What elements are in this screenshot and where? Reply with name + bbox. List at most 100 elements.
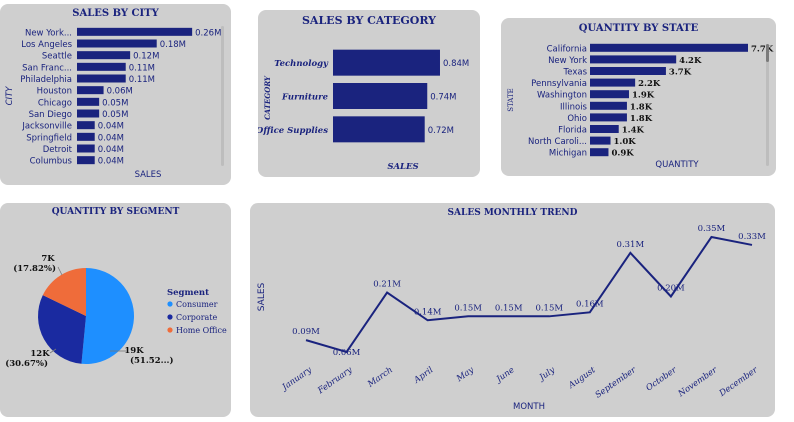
data-label: 0.04M	[98, 122, 124, 132]
tick-label: April	[412, 365, 436, 386]
tick-label: New York...	[25, 28, 72, 38]
tick-label: Pennsylvania	[531, 79, 587, 89]
tick-label: Philadelphia	[20, 75, 72, 85]
tick-label: August	[566, 365, 598, 391]
tick-label: North Caroli...	[528, 137, 587, 147]
tick-label: Michigan	[549, 149, 587, 159]
quantity-by-state-chart: California 7.7K New York 4.2K Texas 3.7K Penns…	[507, 43, 774, 170]
sales-by-category-panel: SALES BY CATEGORY Technology 0.84M Furnitu…	[258, 10, 480, 177]
bar	[77, 144, 95, 153]
data-label: 7.7K	[751, 44, 774, 54]
sales-monthly-trend-chart: 0.09M 0.06M 0.21M 0.14M 0.15M 0.15M 0.15M 0.16M…	[257, 224, 766, 412]
tick-label: January	[279, 365, 314, 394]
tick-label: September	[594, 365, 639, 401]
tick-label: March	[365, 365, 395, 390]
tick-label: Furniture	[281, 93, 329, 103]
bar	[333, 49, 440, 76]
quantity-by-segment-chart: 19K(51.52...) 12K(30.67%) 7K(17.82%) Segmen…	[5, 254, 227, 369]
data-label-value: 19K	[124, 346, 144, 356]
data-label: 0.33M	[738, 232, 766, 242]
tick-label: June	[493, 365, 516, 385]
data-label: 0.04M	[98, 157, 124, 167]
data-label: 0.12M	[133, 52, 159, 62]
quantity-by-state-panel: QUANTITY BY STATE California 7.7K New York…	[501, 18, 776, 176]
data-label: 0.11M	[129, 63, 155, 73]
legend-marker	[167, 301, 173, 307]
bar	[590, 67, 666, 75]
data-label: 0.20M	[657, 283, 685, 293]
data-label-value: 7K	[41, 254, 55, 264]
tick-label: February	[315, 365, 354, 396]
sales-monthly-trend-panel: SALES MONTHLY TREND 0.09M 0.06M 0.21M 0.14M…	[250, 203, 775, 417]
bar	[77, 62, 126, 71]
tick-label: Chicago	[38, 98, 72, 108]
quantity-by-segment-panel: QUANTITY BY SEGMENT 19K (51.52...) 12K (30.…	[0, 203, 231, 417]
tick-label: Detroit	[43, 145, 73, 155]
bar	[77, 109, 100, 118]
x-axis-label: MONTH	[513, 402, 545, 412]
data-label: 0.72M	[428, 126, 454, 136]
legend-item: Home Office	[176, 326, 227, 335]
legend-item: Consumer	[176, 300, 218, 309]
data-label: 0.15M	[495, 303, 523, 313]
data-label: 0.15M	[535, 303, 563, 313]
tick-label: Columbus	[30, 157, 73, 167]
bar	[77, 74, 126, 83]
data-label: 0.35M	[698, 224, 726, 234]
legend-marker	[167, 314, 173, 320]
data-label: 3.7K	[669, 68, 692, 78]
data-label: 0.11M	[129, 75, 155, 85]
data-label: 0.9K	[611, 149, 634, 159]
bar	[590, 136, 611, 145]
bar	[590, 55, 677, 64]
tick-label: Washington	[537, 91, 587, 101]
bar	[590, 90, 629, 99]
tick-label: Seattle	[42, 52, 72, 62]
tick-label: December	[717, 365, 761, 400]
tick-label: Office Supplies	[258, 126, 328, 136]
tick-label: November	[676, 365, 720, 400]
data-label: 0.06M	[107, 87, 133, 97]
tick-label: Los Angeles	[21, 40, 72, 50]
x-axis-label: QUANTITY	[655, 160, 699, 170]
leader-line	[57, 266, 63, 276]
legend-marker	[167, 327, 173, 333]
sales-by-category-chart: Technology 0.84M Furniture 0.74M Office Supp…	[258, 49, 469, 172]
data-label: 4.2K	[679, 56, 702, 66]
legend-item: Corporate	[176, 313, 218, 322]
data-label: 0.74M	[430, 93, 456, 103]
tick-label: Florida	[558, 126, 587, 136]
bar	[77, 156, 95, 165]
bar	[77, 51, 131, 60]
y-axis-label: STATE	[507, 88, 515, 112]
data-label: 0.04M	[98, 133, 124, 143]
data-label-percent: (51.52...)	[130, 355, 174, 366]
bar	[77, 27, 193, 36]
data-label-value: 12K	[30, 349, 50, 359]
bar	[333, 83, 428, 109]
data-label: 0.05M	[102, 98, 128, 108]
bar	[590, 43, 748, 52]
data-label: 0.16M	[576, 299, 604, 309]
y-axis-label: SALES	[257, 282, 267, 311]
data-label: 1.8K	[630, 102, 653, 112]
x-axis-label: SALES	[135, 170, 162, 180]
tick-label: California	[547, 44, 587, 54]
bar	[77, 97, 100, 106]
data-label: 2.2K	[638, 79, 661, 89]
bar	[590, 125, 619, 133]
bar	[590, 148, 609, 157]
bar	[77, 121, 95, 130]
tick-label: Ohio	[567, 114, 587, 124]
y-axis-label: CATEGORY	[263, 75, 272, 120]
tick-label: October	[644, 365, 679, 394]
bar	[590, 101, 627, 110]
data-label: 0.05M	[102, 110, 128, 120]
data-label: 0.21M	[373, 280, 401, 290]
tick-label: Springfield	[26, 133, 72, 143]
tick-label: San Franc...	[22, 63, 72, 73]
data-label: 0.84M	[443, 59, 469, 69]
series-line	[305, 235, 753, 354]
tick-label: July	[536, 365, 557, 384]
tick-label: Illinois	[560, 102, 588, 112]
